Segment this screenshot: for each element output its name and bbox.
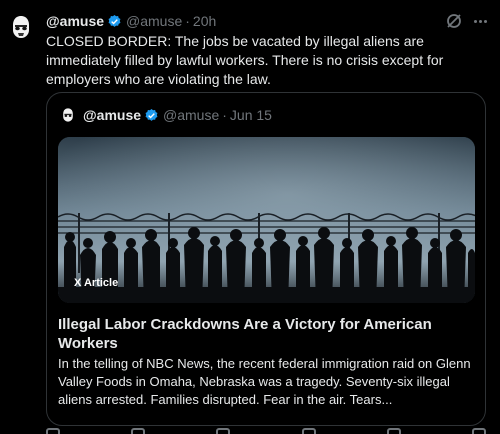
share-icon[interactable]: [471, 428, 486, 434]
article-title[interactable]: Illegal Labor Crackdowns Are a Victory f…: [58, 315, 475, 353]
author-handle[interactable]: @amuse: [126, 13, 182, 29]
quoted-post-date: Jun 15: [229, 107, 272, 123]
quoted-post-card[interactable]: @amuse @amuse · Jun 15 X Article Illegal…: [46, 92, 486, 426]
separator-dot: ·: [185, 13, 190, 29]
bookmark-icon[interactable]: [386, 428, 401, 434]
post-timestamp[interactable]: 20h: [193, 13, 216, 29]
like-icon[interactable]: [216, 428, 231, 434]
quoted-author-name: @amuse: [83, 107, 142, 123]
author-avatar[interactable]: [6, 12, 36, 42]
post-text: CLOSED BORDER: The jobs be vacated by il…: [46, 33, 444, 87]
more-icon[interactable]: [470, 12, 490, 30]
stormtrooper-avatar-icon: [6, 12, 36, 42]
action-bar: [46, 428, 486, 434]
article-badge: X Article: [74, 277, 118, 289]
views-icon[interactable]: [301, 428, 316, 434]
repost-icon[interactable]: [131, 428, 146, 434]
reply-icon[interactable]: [46, 428, 60, 434]
grok-icon[interactable]: [445, 12, 463, 30]
verified-badge-icon: [145, 108, 158, 121]
author-name[interactable]: @amuse: [46, 13, 104, 29]
article-badge-label: X Article: [74, 277, 119, 289]
separator-dot: ·: [222, 107, 227, 123]
crowd-silhouette-image: [58, 137, 475, 303]
article-cover-image[interactable]: X Article: [58, 137, 475, 303]
article-excerpt: In the telling of NBC News, the recent f…: [58, 356, 471, 407]
quoted-author-handle: @amuse: [163, 107, 220, 123]
quoted-post-header: @amuse @amuse · Jun 15: [59, 105, 272, 125]
post-header: @amuse @amuse · 20h: [46, 12, 216, 30]
verified-badge-icon: [108, 14, 121, 27]
stormtrooper-avatar-icon: [59, 106, 77, 124]
quoted-author-avatar: [59, 106, 77, 124]
